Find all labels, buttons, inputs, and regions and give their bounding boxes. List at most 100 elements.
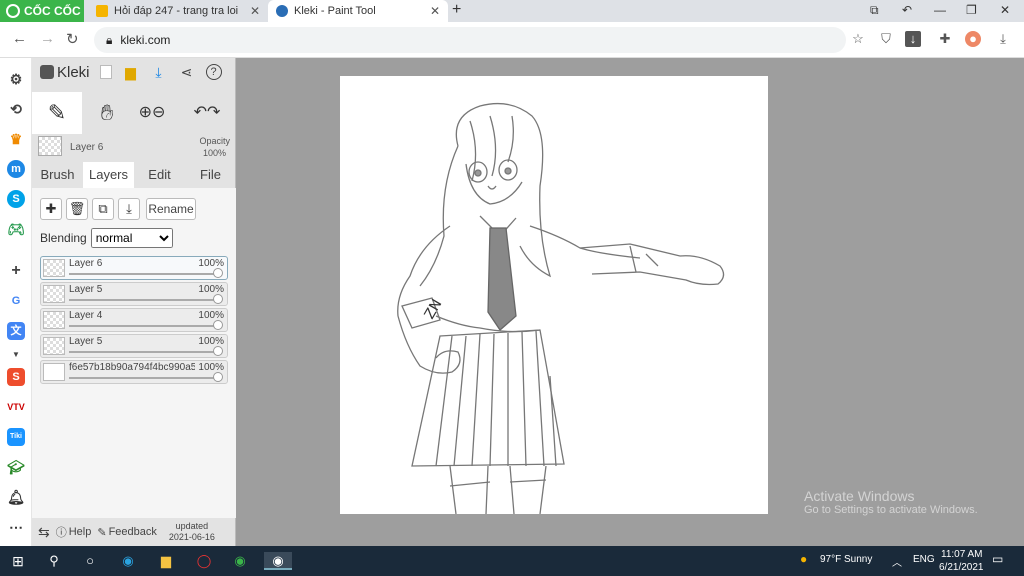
- zoom-icon[interactable]: ⊕⊖: [132, 92, 172, 134]
- crown-icon[interactable]: ♛: [7, 130, 25, 148]
- close-tab-icon[interactable]: ✕: [250, 4, 260, 18]
- layer-opacity-slider[interactable]: [69, 325, 219, 327]
- layer-opacity-slider[interactable]: [69, 351, 219, 353]
- coccoc-menu-button[interactable]: CỐC CỐC: [0, 0, 84, 22]
- url-text: kleki.com: [120, 33, 171, 47]
- current-layer-info: Layer 6 Opacity 100%: [32, 134, 236, 162]
- skype-icon[interactable]: S: [7, 190, 25, 208]
- extensions-icon[interactable]: ✚: [937, 31, 953, 47]
- help-link[interactable]: ⓘ Help: [56, 524, 92, 540]
- bookmark-star-icon[interactable]: ☆: [850, 31, 866, 47]
- opera-icon[interactable]: ◯: [194, 552, 214, 570]
- coccoc-active-window-icon[interactable]: ◉: [264, 552, 292, 570]
- layer-opacity-slider[interactable]: [69, 377, 219, 379]
- chevron-down-icon[interactable]: ▼: [7, 346, 25, 364]
- shopee-icon[interactable]: S: [7, 368, 25, 386]
- notification-bell-icon[interactable]: 🔔︎: [7, 488, 25, 506]
- layer-row[interactable]: Layer 6 100%: [40, 256, 228, 280]
- forward-button[interactable]: →: [40, 30, 55, 47]
- shield-icon[interactable]: ⛉: [878, 31, 894, 47]
- coccoc-logo-icon: [6, 4, 20, 18]
- add-layer-button[interactable]: ✚: [40, 198, 62, 220]
- close-window-button[interactable]: ✕: [1000, 3, 1010, 17]
- swap-side-icon[interactable]: ⇆: [38, 524, 50, 541]
- tab-file[interactable]: File: [185, 162, 236, 188]
- coccoc-taskbar-icon[interactable]: ◉: [230, 552, 250, 570]
- new-tab-button[interactable]: +: [452, 1, 461, 19]
- clock-time[interactable]: 11:07 AM: [941, 549, 983, 560]
- open-folder-icon[interactable]: ▆: [122, 63, 140, 81]
- cortana-icon[interactable]: ○: [80, 552, 100, 570]
- layer-name: Layer 5: [69, 284, 103, 295]
- slider-knob[interactable]: [213, 294, 223, 304]
- screenshot-icon[interactable]: ⧉: [870, 3, 879, 18]
- history-icon[interactable]: ⟲: [7, 100, 25, 118]
- layer-row[interactable]: Layer 5 100%: [40, 282, 228, 306]
- profile-avatar[interactable]: ●: [965, 31, 981, 47]
- search-icon[interactable]: ⚲: [44, 552, 64, 570]
- vtv-icon[interactable]: VTV: [7, 398, 25, 416]
- reload-button[interactable]: ↻: [66, 30, 79, 48]
- tab-edit[interactable]: Edit: [134, 162, 185, 188]
- feedback-link[interactable]: ✎ Feedback: [97, 526, 157, 539]
- google-icon[interactable]: G: [7, 292, 25, 310]
- tiki-icon[interactable]: Tiki: [7, 428, 25, 446]
- kleki-favicon-icon: [276, 5, 288, 17]
- layer-row[interactable]: Layer 4 100%: [40, 308, 228, 332]
- start-windows-icon[interactable]: ⊞: [8, 552, 28, 570]
- canvas-area[interactable]: ZN: [236, 58, 1024, 546]
- back-button[interactable]: ←: [12, 30, 27, 47]
- brush-tool-icon[interactable]: ✎: [32, 92, 82, 134]
- tab-kleki[interactable]: Kleki - Paint Tool ✕: [268, 0, 448, 22]
- updated-label: updated: [175, 521, 209, 531]
- slider-knob[interactable]: [213, 346, 223, 356]
- delete-layer-button[interactable]: 🗑︎: [66, 198, 88, 220]
- current-layer-name: Layer 6: [70, 142, 104, 153]
- layer-name: Layer 5: [69, 336, 103, 347]
- share-icon[interactable]: ⋖: [178, 63, 196, 81]
- blending-select[interactable]: normal: [90, 228, 173, 248]
- tray-chevron-icon[interactable]: ︿: [892, 554, 902, 569]
- new-image-icon[interactable]: [99, 65, 112, 79]
- weather-text[interactable]: 97°F Sunny: [820, 554, 872, 565]
- drawing-canvas[interactable]: ZN: [340, 76, 768, 515]
- file-explorer-icon[interactable]: ▆: [156, 552, 176, 570]
- translate-icon[interactable]: 文: [7, 322, 25, 340]
- tab-brush[interactable]: Brush: [32, 162, 83, 188]
- layer-row[interactable]: f6e57b18b90a794f4bc990a51 100%: [40, 360, 228, 384]
- browser-tabbar: CỐC CỐC Hỏi đáp 247 - trang tra loi ✕ Kl…: [0, 0, 1024, 22]
- settings-gear-icon[interactable]: ⚙: [7, 70, 25, 88]
- minimize-button[interactable]: —: [934, 3, 946, 17]
- back-history-icon[interactable]: ↶: [902, 3, 912, 17]
- undo-redo-icon[interactable]: ↶↷: [182, 92, 232, 134]
- edge-icon[interactable]: ◉: [118, 552, 138, 570]
- slider-knob[interactable]: [213, 268, 223, 278]
- clock-date[interactable]: 6/21/2021: [939, 562, 984, 573]
- downloads-icon[interactable]: ⤓: [995, 31, 1011, 47]
- add-shortcut-icon[interactable]: +: [7, 262, 25, 280]
- layer-opacity-slider[interactable]: [69, 273, 219, 275]
- restore-button[interactable]: ❐: [966, 3, 977, 17]
- close-tab-icon[interactable]: ✕: [430, 4, 440, 18]
- layer-row[interactable]: Layer 5 100%: [40, 334, 228, 358]
- download-page-icon[interactable]: ↓: [905, 31, 921, 47]
- tab-hoidap[interactable]: Hỏi đáp 247 - trang tra loi ✕: [88, 0, 268, 22]
- layer-opacity-slider[interactable]: [69, 299, 219, 301]
- merge-down-button[interactable]: ⤓: [118, 198, 140, 220]
- graduation-cap-icon[interactable]: 🎓︎: [7, 458, 25, 476]
- duplicate-layer-button[interactable]: ⧉: [92, 198, 114, 220]
- help-icon[interactable]: ?: [205, 64, 222, 80]
- messenger-icon[interactable]: m: [7, 160, 25, 178]
- save-download-icon[interactable]: ⤓: [150, 63, 168, 81]
- slider-knob[interactable]: [213, 320, 223, 330]
- tab-layers[interactable]: Layers: [83, 162, 134, 188]
- notification-center-icon[interactable]: ▭: [992, 552, 1003, 566]
- game-icon[interactable]: 🎮︎: [7, 220, 25, 238]
- address-bar[interactable]: 🔒︎ kleki.com: [94, 27, 846, 53]
- rename-button[interactable]: Rename: [146, 198, 196, 220]
- language-indicator[interactable]: ENG: [913, 554, 935, 565]
- opacity-value[interactable]: 100%: [203, 148, 226, 158]
- slider-knob[interactable]: [213, 372, 223, 382]
- hand-tool-icon[interactable]: ✋︎: [82, 92, 132, 134]
- more-icon[interactable]: ⋯: [7, 518, 25, 536]
